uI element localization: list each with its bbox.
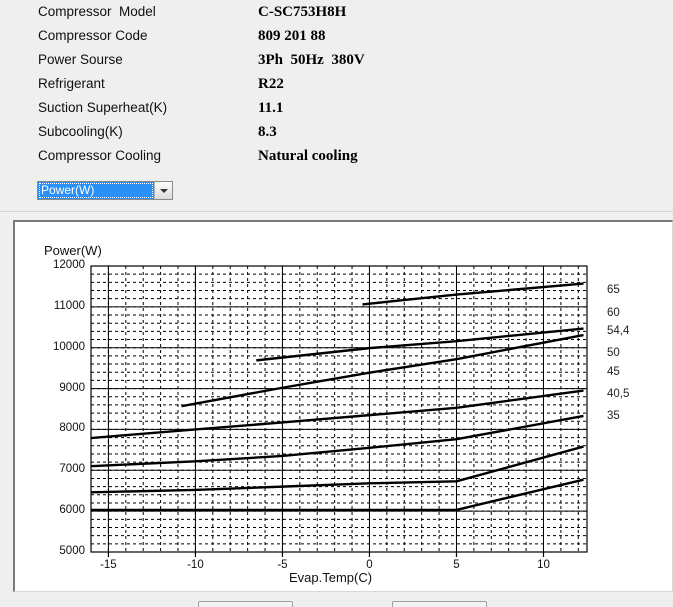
- compressor-performance-window: Compressor Model C-SC753H8H Compressor C…: [0, 0, 673, 607]
- spec-row: Power Sourse 3Ph 50Hz 380V: [38, 52, 558, 76]
- legend-item: 50: [607, 347, 620, 359]
- legend-item: 60: [607, 307, 620, 319]
- y-axis-tick-label: 6000: [59, 504, 85, 517]
- spec-row: Compressor Code 809 201 88: [38, 28, 558, 52]
- legend-item: 54,4: [607, 325, 630, 337]
- spec-value: C-SC753H8H: [258, 4, 347, 20]
- x-axis-title: Evap.Temp(C): [289, 570, 373, 585]
- legend-item: 35: [607, 410, 620, 422]
- spec-value: R22: [258, 76, 284, 92]
- x-axis-tick-label: -5: [277, 559, 288, 571]
- x-axis-tick-label: -15: [100, 559, 117, 571]
- y-axis-tick-label: 7000: [59, 463, 85, 476]
- y-axis-tick-label: 8000: [59, 422, 85, 435]
- quantity-select[interactable]: Power(W): [37, 181, 173, 200]
- spec-row: Refrigerant R22: [38, 76, 558, 100]
- x-axis-tick-label: 5: [453, 559, 460, 571]
- spec-value: 11.1: [258, 100, 284, 116]
- spec-value: Natural cooling: [258, 148, 358, 164]
- compressor-spec-table: Compressor Model C-SC753H8H Compressor C…: [38, 4, 558, 172]
- spec-row: Suction Superheat(K) 11.1: [38, 100, 558, 124]
- y-axis-title: Power(W): [44, 243, 102, 258]
- chart-panel: [13, 220, 673, 592]
- spec-label: Suction Superheat(K): [38, 100, 168, 115]
- y-axis-tick-label: 11000: [53, 299, 85, 312]
- legend-item: 40,5: [607, 388, 630, 400]
- quantity-select-value[interactable]: Power(W): [38, 182, 154, 199]
- spec-label: Compressor Model: [38, 4, 156, 19]
- spec-label: Power Sourse: [38, 52, 123, 67]
- spec-row: Compressor Cooling Natural cooling: [38, 148, 558, 172]
- spec-label: Compressor Cooling: [38, 148, 162, 163]
- y-axis-tick-label: 5000: [59, 545, 85, 557]
- spec-label: Refrigerant: [38, 76, 105, 91]
- spec-value: 809 201 88: [258, 28, 326, 44]
- spec-value: 3Ph 50Hz 380V: [258, 52, 365, 68]
- legend-item: 45: [607, 366, 620, 378]
- spec-value: 8.3: [258, 124, 277, 140]
- spec-label: Subcooling(K): [38, 124, 123, 139]
- spec-row: Compressor Model C-SC753H8H: [38, 4, 558, 28]
- x-axis-tick-label: -10: [187, 559, 204, 571]
- section-divider: [0, 211, 673, 212]
- spec-label: Compressor Code: [38, 28, 148, 43]
- bottom-button-left[interactable]: [198, 601, 293, 607]
- chevron-down-icon[interactable]: [154, 182, 172, 199]
- y-axis-tick-label: 12000: [53, 259, 85, 271]
- bottom-button-right[interactable]: [392, 601, 487, 607]
- legend-item: 65: [607, 284, 620, 296]
- x-axis-tick-label: 0: [366, 559, 373, 571]
- y-axis-tick-label: 9000: [59, 381, 85, 394]
- y-axis-tick-label: 10000: [53, 340, 85, 353]
- spec-row: Subcooling(K) 8.3: [38, 124, 558, 148]
- x-axis-tick-label: 10: [537, 559, 550, 571]
